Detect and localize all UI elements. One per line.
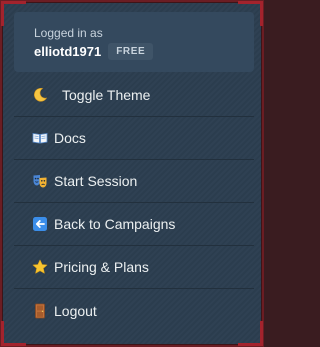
- open-book-icon: [32, 130, 48, 146]
- toggle-theme-label: Toggle Theme: [62, 87, 151, 103]
- theater-masks-icon: [32, 173, 48, 189]
- back-to-campaigns-label: Back to Campaigns: [54, 216, 176, 232]
- docs-label: Docs: [54, 130, 86, 146]
- account-summary: Logged in as elliotd1971 FREE: [14, 12, 254, 72]
- back-to-campaigns-item[interactable]: Back to Campaigns: [14, 203, 254, 246]
- username: elliotd1971: [34, 43, 102, 59]
- user-row: elliotd1971 FREE: [34, 43, 254, 60]
- docs-item[interactable]: Docs: [14, 117, 254, 160]
- logout-item[interactable]: Logout: [14, 289, 254, 332]
- pricing-plans-label: Pricing & Plans: [54, 259, 149, 275]
- start-session-item[interactable]: Start Session: [14, 160, 254, 203]
- left-arrow-icon: [32, 216, 48, 232]
- toggle-theme-item[interactable]: Toggle Theme: [14, 74, 254, 117]
- logout-label: Logout: [54, 302, 97, 319]
- logged-in-label: Logged in as: [34, 26, 103, 40]
- start-session-label: Start Session: [54, 173, 138, 189]
- pricing-plans-item[interactable]: Pricing & Plans: [14, 246, 254, 289]
- user-menu-panel: Logged in as elliotd1971 FREE Toggle The…: [0, 0, 264, 347]
- star-icon: [32, 259, 48, 275]
- plan-badge: FREE: [108, 43, 154, 60]
- menu-list: Toggle Theme Docs Start Session Back to …: [14, 74, 254, 332]
- crescent-moon-icon: [32, 87, 48, 103]
- door-icon: [32, 303, 48, 319]
